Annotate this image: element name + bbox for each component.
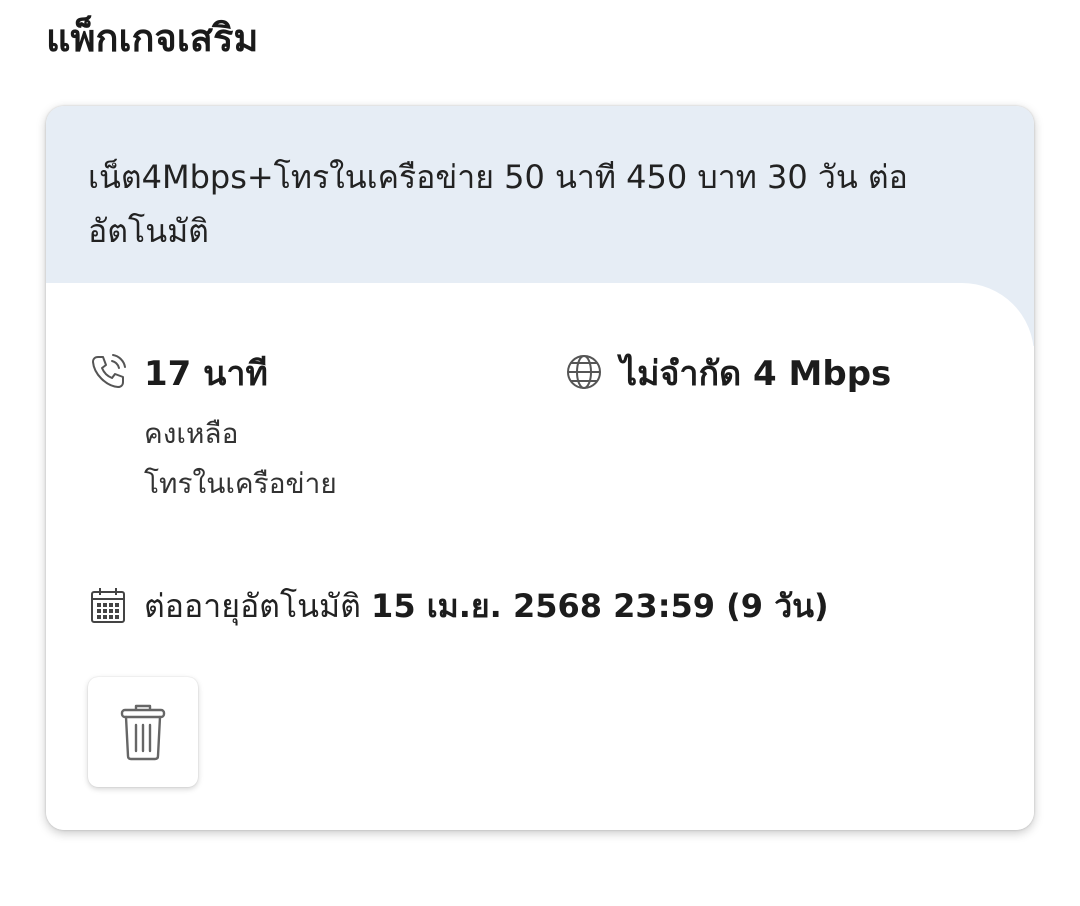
renewal-label: ต่ออายุอัตโนมัติ [144,587,361,625]
calendar-icon [88,586,128,626]
voice-remaining-label: คงเหลือ [144,417,239,450]
voice-type-label: โทรในเครือข่าย [144,467,337,500]
voice-minutes-value: 17 นาที [144,354,268,394]
renewal-text: ต่ออายุอัตโนมัติ 15 เม.ย. 2568 23:59 (9 … [144,584,829,628]
delete-package-button[interactable] [88,677,198,787]
package-card: เน็ต4Mbps+โทรในเครือข่าย 50 นาที 450 บาท… [46,106,1034,830]
trash-icon [120,704,166,761]
renewal-date: 15 เม.ย. 2568 23:59 (9 วัน) [371,587,829,625]
data-value: ไม่จำกัด 4 Mbps [620,354,892,394]
section-title: แพ็กเกจเสริม [46,16,259,60]
package-name: เน็ต4Mbps+โทรในเครือข่าย 50 นาที 450 บาท… [88,158,908,250]
phone-icon [88,352,128,392]
renewal-row: ต่ออายุอัตโนมัติ 15 เม.ย. 2568 23:59 (9 … [88,584,1008,628]
globe-icon [564,352,604,392]
